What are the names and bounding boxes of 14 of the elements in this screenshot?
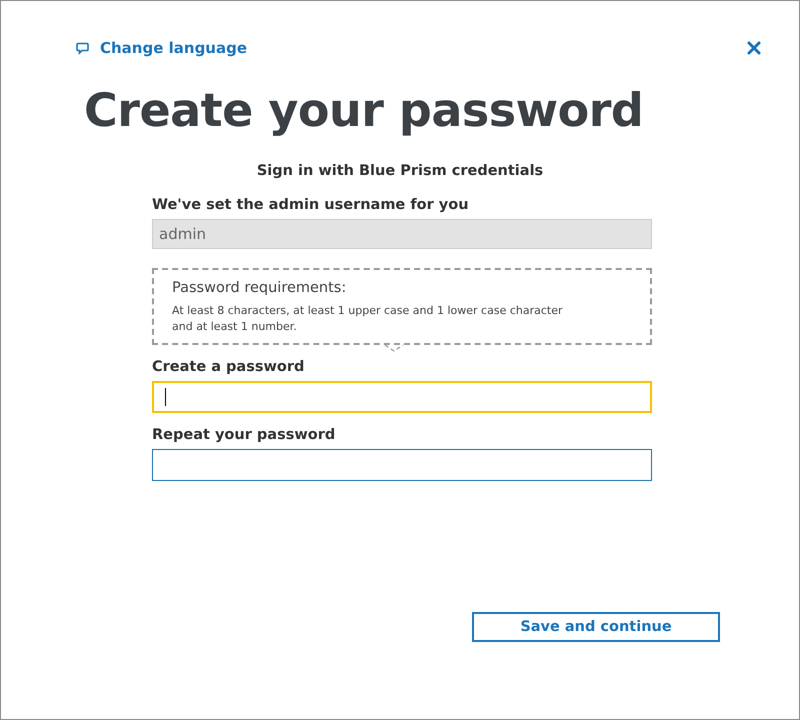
field-label: We've set the admin username for you [152,197,469,213]
subtitle: Sign in with Blue Prism credentials [256,163,544,179]
requirements-text: At least 8 characters, at least 1 upper case and 1 lower case character and at least 1 number. [172,303,564,335]
speech-bubble-icon [76,42,89,54]
password-field[interactable] [152,448,652,481]
field-label: Repeat your password [152,426,336,443]
requirements-heading: Password requirements: [172,280,348,296]
password-field[interactable] [152,380,652,413]
save-button[interactable]: Save and continue [472,612,720,642]
close-icon [747,41,761,55]
page-title: Create your password [84,83,644,137]
change-language-link[interactable]: Change language [76,39,248,57]
field-label: Create a password [152,358,304,375]
close-button[interactable] [747,41,761,55]
